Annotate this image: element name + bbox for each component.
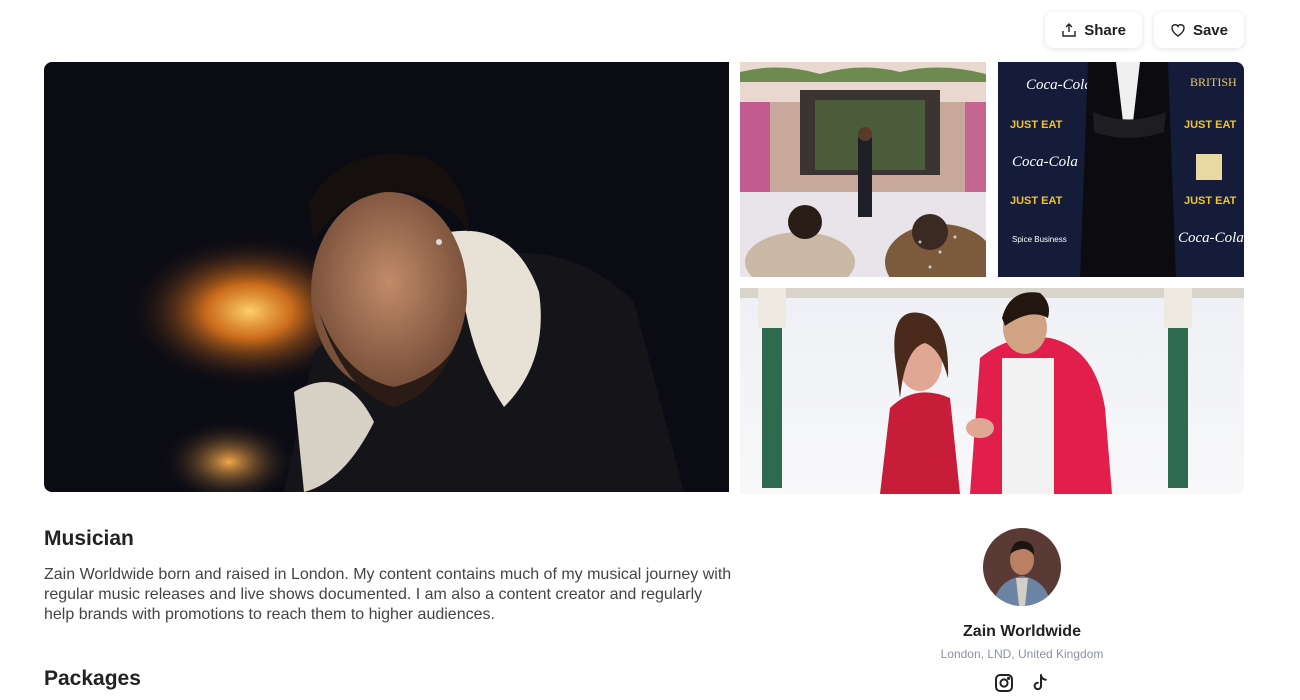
share-label: Share (1084, 21, 1126, 39)
section-title-musician: Musician (44, 527, 134, 550)
share-button[interactable]: Share (1045, 12, 1142, 48)
avatar[interactable] (983, 528, 1061, 606)
top-actions: Share Save (1045, 12, 1244, 48)
creator-name: Zain Worldwide (963, 623, 1081, 640)
photo-gallery: Coca-Cola Coca-Cola Coca-Cola JUST EAT J… (44, 62, 1244, 494)
social-links (900, 673, 1144, 693)
svg-text:BRITISH: BRITISH (1190, 75, 1237, 89)
gallery-photo-main[interactable] (44, 62, 729, 492)
creator-profile-card: Zain Worldwide London, LND, United Kingd… (900, 528, 1144, 693)
instagram-icon[interactable] (994, 673, 1014, 693)
bio-text: Zain Worldwide born and raised in London… (44, 566, 732, 623)
svg-text:Coca-Cola: Coca-Cola (1026, 77, 1092, 93)
creator-location: London, LND, United Kingdom (940, 647, 1104, 661)
gallery-photo-wedding[interactable] (740, 62, 986, 277)
svg-text:Coca-Cola: Coca-Cola (1178, 230, 1244, 246)
section-title-packages: Packages (44, 667, 141, 690)
svg-text:JUST EAT: JUST EAT (1184, 119, 1237, 131)
share-icon (1062, 23, 1076, 37)
gallery-photo-music-video[interactable] (740, 288, 1244, 494)
svg-text:JUST EAT: JUST EAT (1010, 119, 1063, 131)
save-button[interactable]: Save (1153, 12, 1244, 48)
heart-icon (1171, 24, 1185, 37)
save-label: Save (1192, 21, 1228, 39)
gallery-photo-awards[interactable]: Coca-Cola Coca-Cola Coca-Cola JUST EAT J… (998, 62, 1244, 277)
svg-text:JUST EAT: JUST EAT (1184, 195, 1237, 207)
svg-text:JUST EAT: JUST EAT (1010, 195, 1063, 207)
svg-text:Spice Business: Spice Business (1012, 235, 1067, 244)
svg-text:Coca-Cola: Coca-Cola (1012, 154, 1078, 170)
tiktok-icon[interactable] (1030, 673, 1050, 693)
